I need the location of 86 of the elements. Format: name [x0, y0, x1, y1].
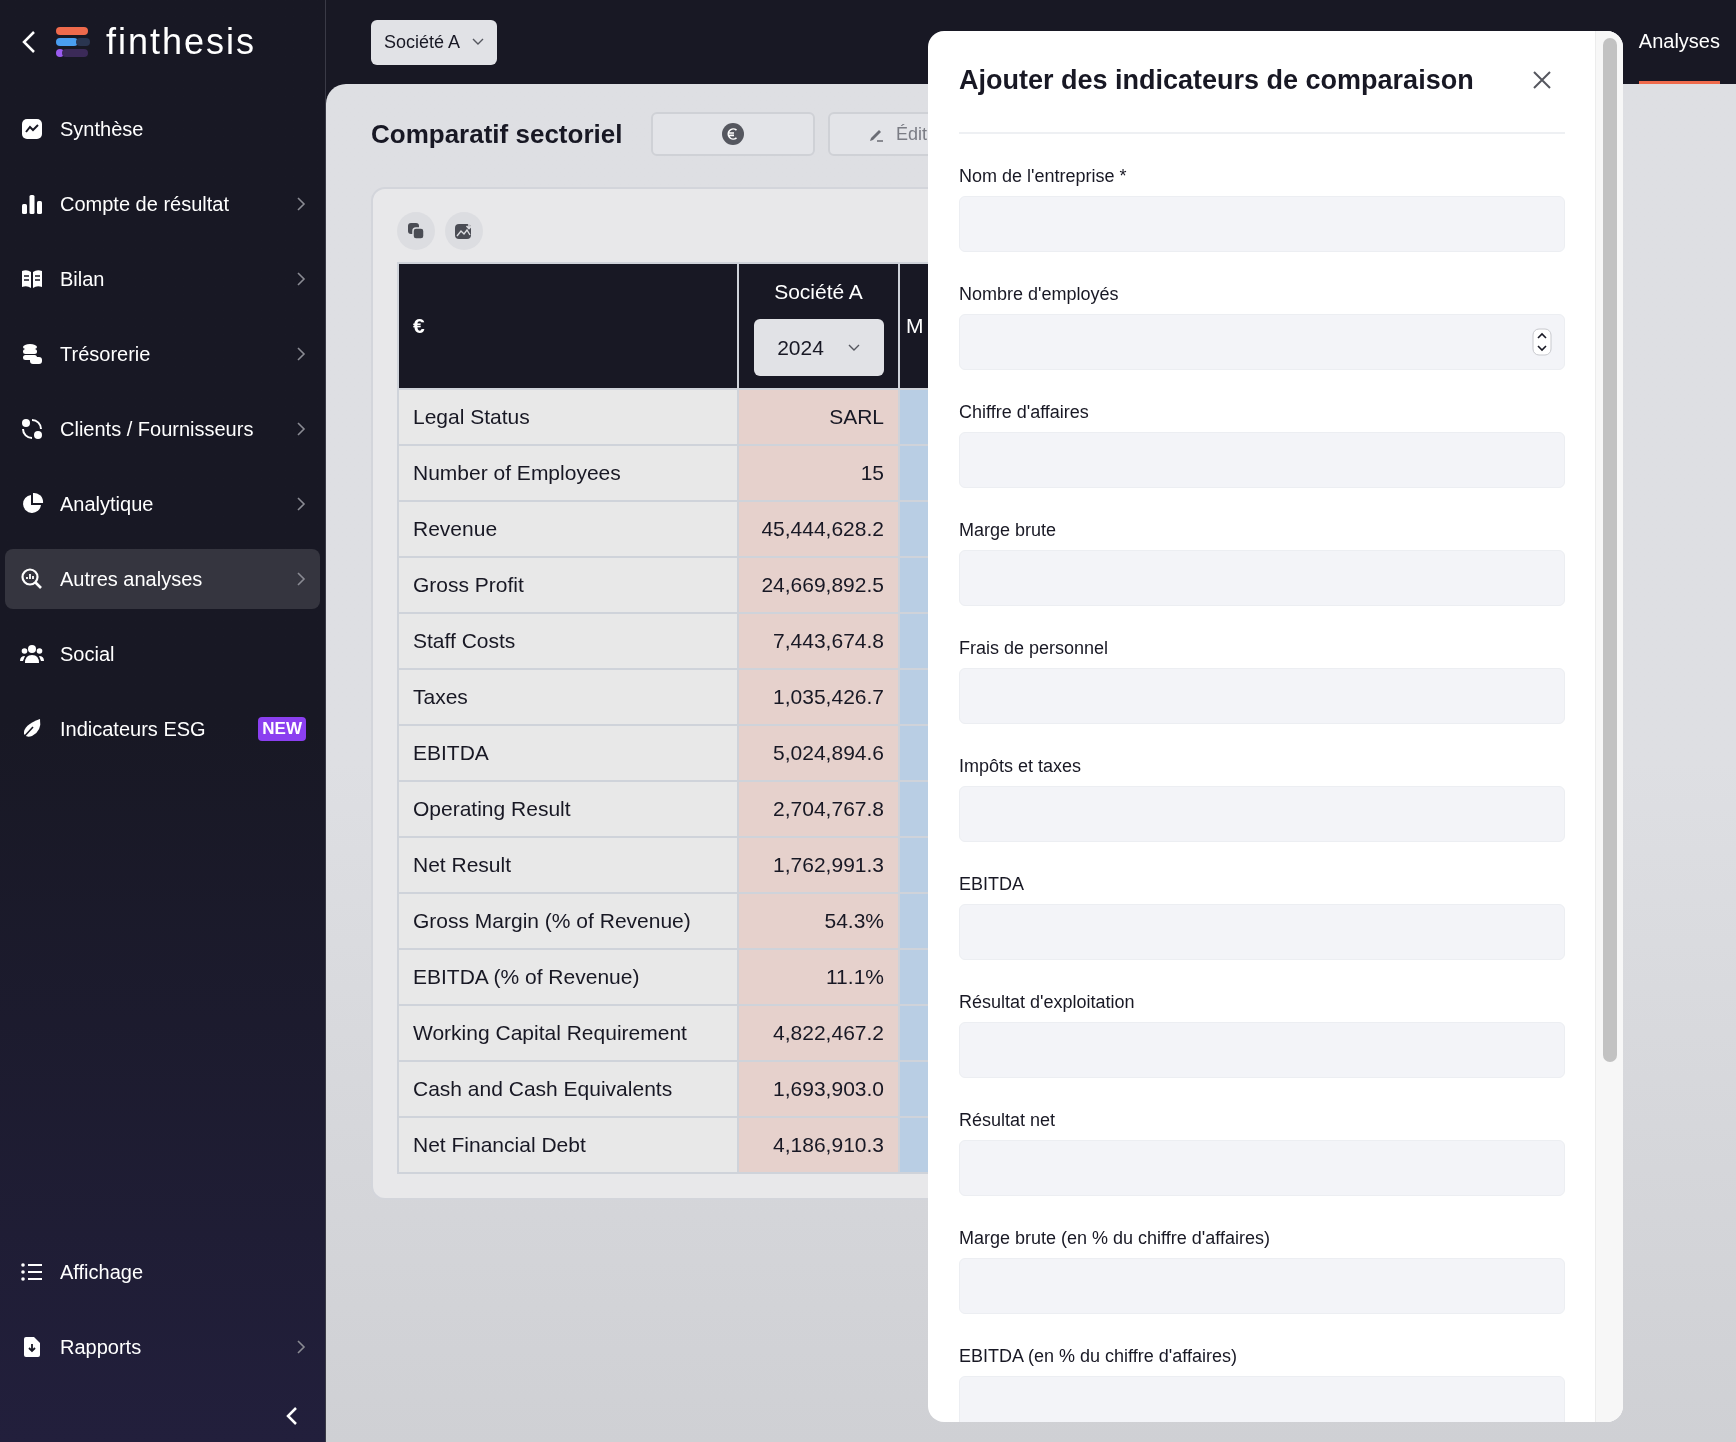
field-label: Impôts et taxes	[959, 755, 1083, 777]
image-download-icon	[454, 221, 474, 241]
modal-title: Ajouter des indicateurs de comparaison	[959, 64, 1474, 97]
euro-icon	[722, 123, 744, 145]
scrollbar[interactable]	[1595, 31, 1623, 1422]
collapse-icon[interactable]	[285, 1405, 299, 1427]
table-cell: 7,443,674.8	[738, 613, 899, 669]
chevron-down-icon	[847, 343, 860, 352]
page-title: Comparatif sectoriel	[371, 117, 624, 151]
row-label: Revenue	[398, 501, 738, 557]
copy-button[interactable]	[397, 212, 435, 250]
download-image-button[interactable]	[445, 212, 483, 250]
close-button[interactable]	[1531, 69, 1553, 91]
spinner-icon[interactable]	[1532, 328, 1552, 356]
number-field[interactable]	[959, 314, 1565, 370]
sidebar-item[interactable]: Trésorerie	[5, 324, 320, 384]
row-label: Gross Margin (% of Revenue)	[398, 893, 738, 949]
table-cell: 1,035,426.7	[738, 669, 899, 725]
row-label: Number of Employees	[398, 445, 738, 501]
table-cell: 24,669,892.5	[738, 557, 899, 613]
row-label: EBITDA	[398, 725, 738, 781]
table-cell: 5,024,894.6	[738, 725, 899, 781]
currency-button[interactable]	[651, 112, 815, 156]
row-label: Gross Profit	[398, 557, 738, 613]
coins-icon	[20, 342, 44, 366]
copy-icon	[406, 221, 426, 241]
field-label: EBITDA	[959, 873, 1025, 895]
table-cell: 45,444,628.2	[738, 501, 899, 557]
chevron-down-icon	[472, 38, 485, 46]
sidebar-item[interactable]: Affichage	[5, 1242, 320, 1302]
sidebar-item[interactable]: Autres analyses	[5, 549, 320, 609]
row-label: Operating Result	[398, 781, 738, 837]
table-cell: 15	[738, 445, 899, 501]
table-cell: 11.1%	[738, 949, 899, 1005]
bar-chart-icon	[20, 192, 44, 216]
field-label: EBITDA (en % du chiffre d'affaires)	[959, 1345, 1238, 1367]
list-icon	[20, 1260, 44, 1284]
table-cell: 1,762,991.3	[738, 837, 899, 893]
field-label: Marge brute (en % du chiffre d'affaires)	[959, 1227, 1271, 1249]
chart-icon	[20, 117, 44, 141]
row-label: Staff Costs	[398, 613, 738, 669]
book-icon	[20, 267, 44, 291]
sidebar-item[interactable]: Clients / Fournisseurs	[5, 399, 320, 459]
sidebar-item[interactable]: Social	[5, 624, 320, 684]
company-dropdown[interactable]: Société A	[371, 19, 498, 65]
row-label: EBITDA (% of Revenue)	[398, 949, 738, 1005]
sidebar-item[interactable]: Analytique	[5, 474, 320, 534]
field-label: Frais de personnel	[959, 637, 1110, 659]
input-field[interactable]	[959, 1376, 1565, 1422]
table-cell: 4,186,910.3	[738, 1117, 899, 1173]
table-cell: 54.3%	[738, 893, 899, 949]
scrollbar-thumb[interactable]	[1602, 38, 1617, 1062]
table-cell: 2,704,767.8	[738, 781, 899, 837]
field-label: Résultat d'exploitation	[959, 991, 1136, 1013]
sidebar-item[interactable]: Compte de résultat	[5, 174, 320, 234]
row-label: Legal Status	[398, 389, 738, 445]
table-cell: SARL	[738, 389, 899, 445]
row-label: Net Financial Debt	[398, 1117, 738, 1173]
close-icon	[1533, 71, 1551, 89]
field-label: Marge brute	[959, 519, 1058, 541]
field-label: Chiffre d'affaires	[959, 401, 1090, 423]
logo-text: finthesis	[106, 24, 257, 60]
back-icon[interactable]	[20, 29, 38, 55]
row-label: Taxes	[398, 669, 738, 725]
exchange-icon	[20, 417, 44, 441]
sidebar-item[interactable]: Synthèse	[5, 99, 320, 159]
sidebar-item[interactable]: Bilan	[5, 249, 320, 309]
currency-symbol: €	[413, 314, 425, 338]
new-badge: NEW	[258, 717, 306, 741]
column-header: M	[906, 314, 924, 338]
table-cell: 4,822,467.2	[738, 1005, 899, 1061]
row-label: Net Result	[398, 837, 738, 893]
pie-chart-icon	[20, 492, 44, 516]
field-label: Nombre d'employés	[959, 283, 1120, 305]
row-label: Cash and Cash Equivalents	[398, 1061, 738, 1117]
field-label: Résultat net	[959, 1109, 1057, 1131]
column-header: Société A	[774, 278, 863, 305]
sidebar-item[interactable]: Rapports	[5, 1317, 320, 1377]
search-chart-icon	[20, 567, 44, 591]
sidebar-item[interactable]: Indicateurs ESG NEW	[5, 699, 320, 759]
year-dropdown[interactable]: 2024	[753, 319, 884, 377]
users-icon	[20, 642, 44, 666]
logo-icon	[56, 25, 90, 59]
row-label: Working Capital Requirement	[398, 1005, 738, 1061]
table-cell: 1,693,903.0	[738, 1061, 899, 1117]
field-label: Nom de l'entreprise *	[959, 165, 1128, 187]
